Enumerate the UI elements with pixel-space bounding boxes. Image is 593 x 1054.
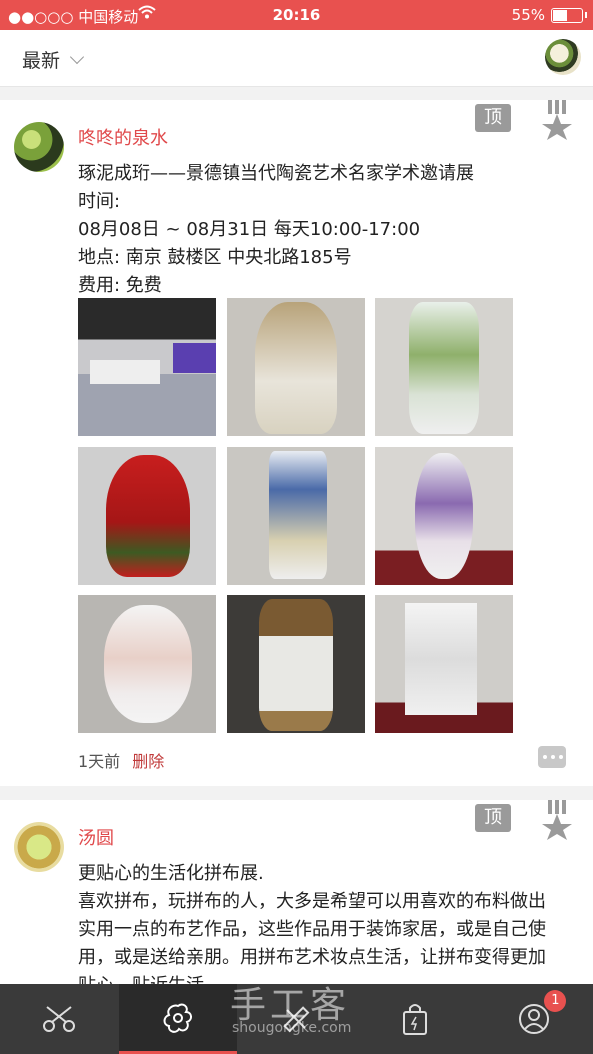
shopping-bag-icon bbox=[403, 1004, 428, 1035]
avatar[interactable] bbox=[14, 822, 64, 872]
clock: 20:16 bbox=[272, 6, 321, 24]
photo-detail bbox=[259, 599, 333, 731]
battery-percent: 55% bbox=[511, 6, 545, 24]
photo-vase[interactable] bbox=[78, 447, 216, 585]
top-button[interactable]: 顶 bbox=[475, 104, 511, 132]
medal-icon[interactable] bbox=[540, 800, 574, 840]
photo-detail bbox=[269, 451, 327, 579]
top-bar: 最新 bbox=[0, 30, 593, 87]
post-card: 汤圆 顶 更贴心的生活化拼布展. 喜欢拼布，玩拼布的人，大多是希望可以用喜欢的布… bbox=[0, 800, 593, 984]
avatar[interactable] bbox=[14, 122, 64, 172]
photo-detail bbox=[106, 455, 190, 577]
post-username[interactable]: 汤圆 bbox=[78, 824, 114, 850]
photo-vase[interactable] bbox=[375, 447, 513, 585]
comment-icon[interactable] bbox=[538, 746, 566, 768]
post-text: 琢泥成珩——景德镇当代陶瓷艺术名家学术邀请展 时间: 08月08日 ~ 08月3… bbox=[78, 163, 474, 296]
chevron-down-icon bbox=[69, 49, 85, 64]
photo-gallery-hall[interactable] bbox=[78, 298, 216, 436]
photo-vase[interactable] bbox=[78, 595, 216, 733]
tab-tutorials[interactable] bbox=[0, 984, 119, 1054]
sort-filter-dropdown[interactable]: 最新 bbox=[22, 46, 85, 73]
delete-link[interactable]: 删除 bbox=[132, 752, 164, 771]
photo-vase[interactable] bbox=[227, 595, 365, 733]
notification-badge: 1 bbox=[544, 990, 567, 1012]
user-avatar[interactable] bbox=[545, 39, 581, 75]
photo-detail bbox=[405, 603, 477, 715]
sort-filter-label: 最新 bbox=[22, 50, 61, 72]
post-time: 1天前 bbox=[78, 752, 121, 771]
battery-status: 55% bbox=[511, 6, 587, 24]
tab-me[interactable]: 1 bbox=[474, 984, 593, 1054]
scissors-icon bbox=[43, 1006, 76, 1032]
photo-grid bbox=[78, 298, 514, 734]
photo-vase[interactable] bbox=[227, 447, 365, 585]
photo-detail bbox=[90, 360, 160, 384]
post-card: 咚咚的泉水 顶 琢泥成珩——景德镇当代陶瓷艺术名家学术邀请展 时间: 08月08… bbox=[0, 100, 593, 786]
medal-icon[interactable] bbox=[540, 100, 574, 140]
flower-icon bbox=[163, 1003, 192, 1033]
battery-level bbox=[553, 9, 568, 21]
photo-vase[interactable] bbox=[375, 298, 513, 436]
battery-icon bbox=[551, 7, 587, 23]
top-button[interactable]: 顶 bbox=[475, 804, 511, 832]
photo-detail bbox=[104, 605, 192, 723]
status-bar: ●●○○○ 中国移动 20:16 55% bbox=[0, 0, 593, 30]
photo-detail bbox=[415, 453, 473, 579]
tab-circle[interactable] bbox=[118, 984, 238, 1054]
photo-vase[interactable] bbox=[375, 595, 513, 733]
photo-detail bbox=[409, 302, 479, 434]
post-meta: 1天前 删除 bbox=[78, 748, 164, 772]
post-username[interactable]: 咚咚的泉水 bbox=[78, 124, 168, 150]
tab-shop[interactable] bbox=[356, 984, 475, 1054]
photo-vase[interactable] bbox=[227, 298, 365, 436]
watermark-url: shougongke.com bbox=[232, 1020, 352, 1036]
photo-detail bbox=[255, 302, 337, 434]
post-text: 更贴心的生活化拼布展. 喜欢拼布，玩拼布的人，大多是希望可以用喜欢的布料做出实用… bbox=[78, 863, 546, 984]
photo-detail bbox=[173, 343, 216, 373]
